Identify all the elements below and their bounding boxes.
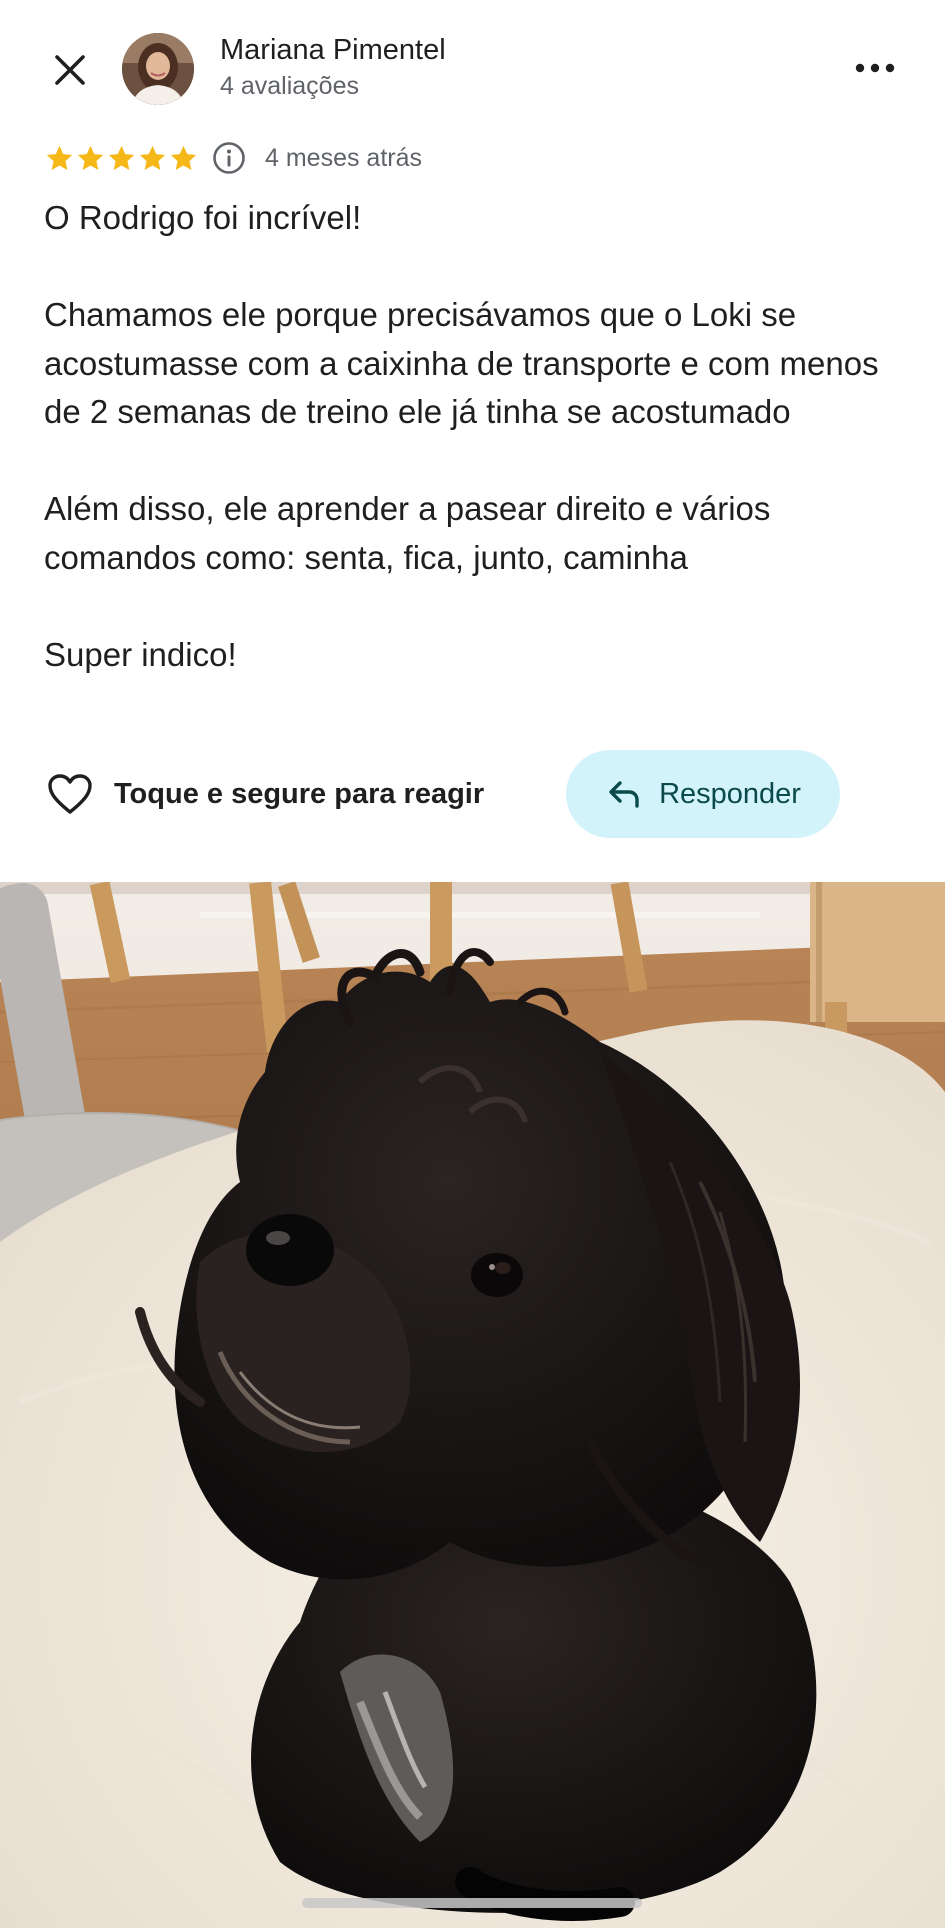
review-paragraph: Super indico! — [44, 635, 237, 673]
avatar-photo — [122, 33, 194, 105]
reply-arrow-icon — [605, 775, 643, 813]
dog-photo — [0, 882, 945, 1928]
info-icon — [213, 142, 245, 174]
review-paragraph: Chamamos ele porque precisávamos que o L… — [44, 296, 879, 430]
review-paragraph: Além disso, ele aprender a pasear direit… — [44, 490, 771, 576]
star-icon — [108, 145, 135, 170]
react-button[interactable]: Toque e segure para reagir — [44, 766, 484, 822]
reviewer-name[interactable]: Mariana Pimentel — [220, 34, 446, 67]
more-horizontal-icon — [855, 63, 895, 73]
more-options-button[interactable] — [848, 44, 902, 92]
avatar[interactable] — [122, 33, 194, 105]
review-time: 4 meses atrás — [265, 143, 423, 172]
reply-button[interactable]: Responder — [566, 750, 840, 838]
heart-outline-icon — [44, 768, 96, 820]
review-paragraph: O Rodrigo foi incrível! — [44, 199, 362, 236]
star-rating — [44, 143, 199, 174]
close-button[interactable] — [44, 44, 96, 96]
close-icon — [55, 55, 85, 85]
star-icon — [46, 145, 73, 170]
reply-label: Responder — [659, 777, 801, 810]
review-sheet: Mariana Pimentel 4 avaliações 4 meses at… — [0, 0, 945, 882]
star-icon — [77, 145, 104, 170]
review-count: 4 avaliações — [220, 72, 359, 100]
home-indicator[interactable] — [302, 1898, 642, 1908]
star-icon — [170, 145, 197, 170]
star-icon — [139, 145, 166, 170]
review-photo[interactable] — [0, 882, 945, 1928]
react-label: Toque e segure para reagir — [114, 777, 485, 810]
rating-row: 4 meses atrás — [44, 138, 422, 178]
info-button[interactable] — [211, 140, 247, 176]
review-text: O Rodrigo foi incrível! Chamamos ele por… — [44, 194, 914, 679]
